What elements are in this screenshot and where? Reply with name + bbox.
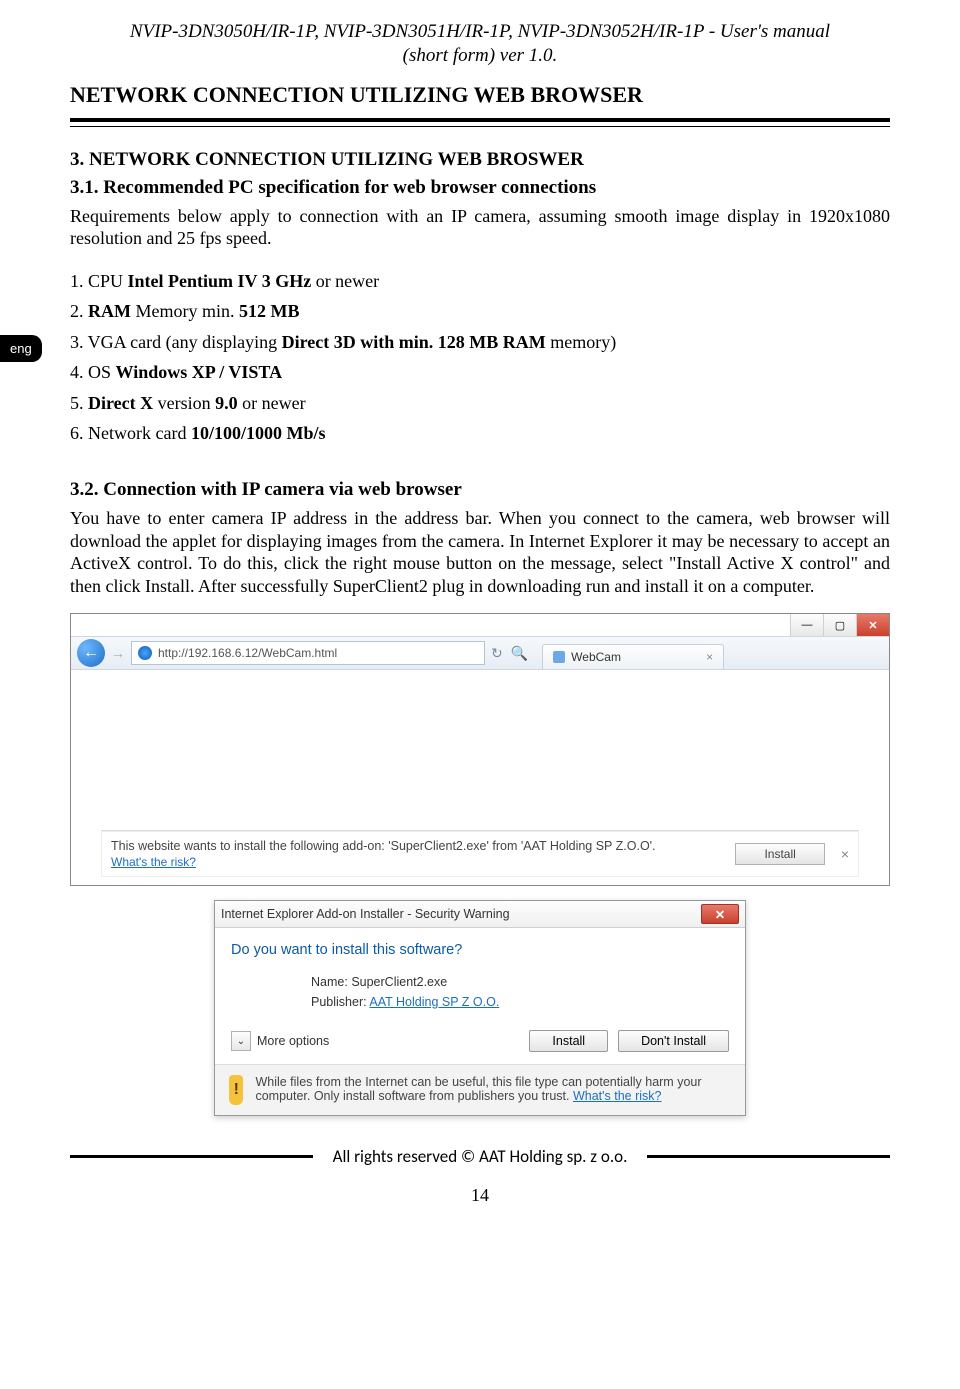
req-4: 4. OS Windows XP / VISTA: [70, 357, 890, 388]
warning-shield-icon: [229, 1075, 243, 1105]
warning-text: While files from the Internet can be use…: [255, 1075, 731, 1103]
divider: [70, 118, 890, 127]
address-text: http://192.168.6.12/WebCam.html: [158, 646, 337, 660]
infobar-install-button[interactable]: Install: [735, 843, 824, 865]
model-line: NVIP-3DN3050H/IR-1P, NVIP-3DN3051H/IR-1P…: [130, 21, 830, 42]
req-2: 2. RAM Memory min. 512 MB: [70, 296, 890, 327]
heading-3-1: 3.1. Recommended PC specification for we…: [70, 177, 890, 199]
req-3: 3. VGA card (any displaying Direct 3D wi…: [70, 327, 890, 358]
ie-icon: [138, 646, 152, 660]
publisher-link[interactable]: AAT Holding SP Z O.O.: [369, 995, 499, 1009]
requirements-list: 1. CPU Intel Pentium IV 3 GHz or newer 2…: [70, 266, 890, 450]
refresh-icon[interactable]: ↻: [491, 645, 503, 662]
maximize-button[interactable]: ▢: [823, 614, 856, 636]
search-icon[interactable]: 🔍: [511, 645, 528, 662]
req-5: 5. Direct X version 9.0 or newer: [70, 388, 890, 419]
page-number: 14: [70, 1185, 890, 1206]
name-label: Name:: [311, 975, 348, 989]
minimize-button[interactable]: —: [790, 614, 823, 636]
heading-3-2: 3.2. Connection with IP camera via web b…: [70, 479, 890, 501]
address-bar[interactable]: http://192.168.6.12/WebCam.html: [131, 641, 485, 665]
window-controls: — ▢ ✕: [790, 614, 889, 636]
security-warning-dialog: Internet Explorer Add-on Installer - Sec…: [214, 900, 746, 1116]
paragraph-3-1: Requirements below apply to connection w…: [70, 205, 890, 250]
favicon-icon: [553, 651, 565, 663]
browser-content-area: [71, 670, 889, 830]
heading-3: 3. NETWORK CONNECTION UTILIZING WEB BROS…: [70, 149, 890, 171]
language-tab: eng: [0, 335, 42, 362]
infobar-dismiss-button[interactable]: ×: [841, 846, 849, 862]
dialog-question: Do you want to install this software?: [231, 942, 729, 958]
dialog-install-button[interactable]: Install: [529, 1030, 608, 1052]
footer: All rights reserved © AAT Holding sp. z …: [70, 1146, 890, 1167]
dialog-title: Internet Explorer Add-on Installer - Sec…: [221, 907, 510, 921]
version-line: (short form) ver 1.0.: [403, 45, 558, 66]
browser-tab[interactable]: WebCam ×: [542, 644, 724, 669]
copyright-text: All rights reserved © AAT Holding sp. z …: [313, 1146, 648, 1167]
dialog-dont-install-button[interactable]: Don't Install: [618, 1030, 729, 1052]
req-6: 6. Network card 10/100/1000 Mb/s: [70, 418, 890, 449]
dialog-risk-link[interactable]: What's the risk?: [573, 1089, 662, 1103]
dialog-close-button[interactable]: ✕: [701, 904, 739, 924]
tab-label: WebCam: [571, 650, 621, 664]
infobar-risk-link[interactable]: What's the risk?: [111, 855, 723, 869]
browser-window: — ▢ ✕ ← → http://192.168.6.12/WebCam.htm…: [70, 613, 890, 886]
document-header: NVIP-3DN3050H/IR-1P, NVIP-3DN3051H/IR-1P…: [70, 20, 890, 68]
addon-info-bar: This website wants to install the follow…: [101, 830, 859, 877]
paragraph-3-2: You have to enter camera IP address in t…: [70, 507, 890, 597]
chevron-down-icon: ⌄: [231, 1031, 251, 1051]
page-title: NETWORK CONNECTION UTILIZING WEB BROWSER: [70, 82, 890, 108]
software-name: SuperClient2.exe: [351, 975, 447, 989]
publisher-label: Publisher:: [311, 995, 367, 1009]
req-1: 1. CPU Intel Pentium IV 3 GHz or newer: [70, 266, 890, 297]
more-options-toggle[interactable]: ⌄ More options: [231, 1031, 329, 1051]
forward-button[interactable]: →: [111, 645, 125, 661]
arrow-left-icon: ←: [83, 644, 99, 662]
more-options-label: More options: [257, 1034, 329, 1048]
infobar-message: This website wants to install the follow…: [111, 839, 723, 853]
arrow-right-icon: →: [111, 645, 125, 661]
tab-close-icon[interactable]: ×: [706, 650, 713, 664]
back-button[interactable]: ←: [77, 639, 105, 667]
window-close-button[interactable]: ✕: [856, 614, 889, 636]
